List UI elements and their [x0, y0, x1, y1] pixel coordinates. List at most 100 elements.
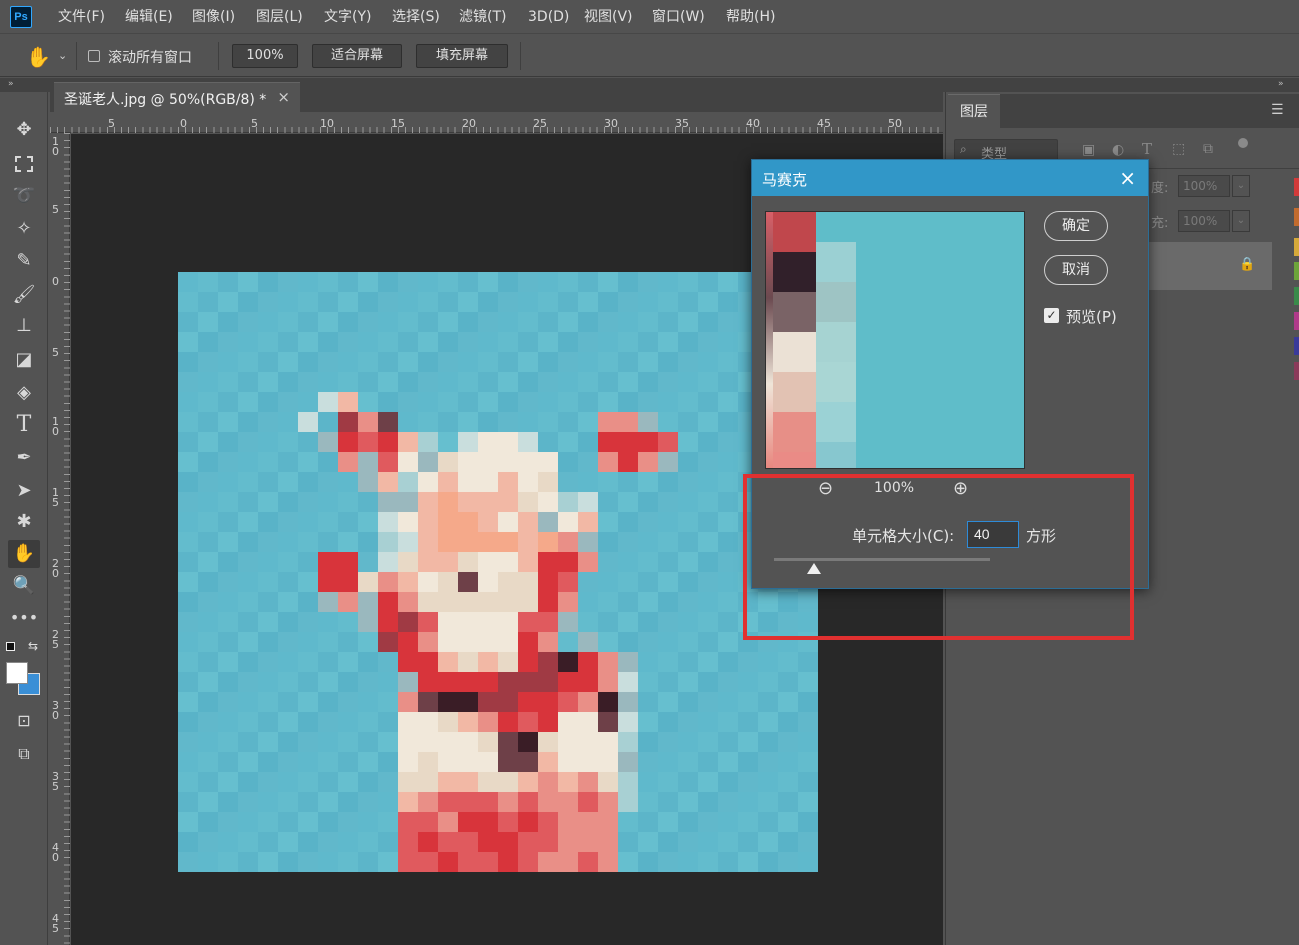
scroll-all-checkbox[interactable]	[88, 50, 100, 62]
panel-tab-bar	[1000, 94, 1299, 128]
filter-image-icon[interactable]: ▣	[1082, 142, 1095, 158]
menu-filter[interactable]: 滤镜(T)	[459, 7, 506, 27]
eyedropper-tool-icon[interactable]: ✎	[8, 247, 40, 275]
options-bar	[0, 35, 1299, 77]
pen-tool-icon[interactable]: ✒	[8, 444, 40, 472]
ruler-label: 3 5	[52, 770, 59, 793]
ruler-label: 3 0	[52, 699, 59, 722]
lasso-tool-icon[interactable]: ➰	[8, 182, 40, 210]
menu-edit[interactable]: 编辑(E)	[125, 7, 173, 27]
more-tools-icon[interactable]: •••	[8, 604, 40, 632]
menu-file[interactable]: 文件(F)	[58, 7, 105, 27]
foreground-color-swatch[interactable]	[6, 662, 28, 684]
dialog-title: 马赛克	[762, 171, 808, 189]
mosaic-image[interactable]	[178, 272, 818, 872]
menu-3d[interactable]: 3D(D)	[528, 7, 569, 27]
ruler-label: 1 0	[52, 415, 59, 438]
menu-select[interactable]: 选择(S)	[392, 7, 440, 27]
document-tab[interactable]: 圣诞老人.jpg @ 50%(RGB/8) * ×	[54, 82, 300, 112]
menu-type[interactable]: 文字(Y)	[324, 7, 371, 27]
menu-layer[interactable]: 图层(L)	[256, 7, 303, 27]
ruler-label: 0	[52, 275, 59, 288]
ruler-label: 5	[52, 346, 59, 359]
ruler-label: 5	[52, 203, 59, 216]
divider	[76, 42, 77, 70]
scroll-all-label: 滚动所有窗口	[108, 50, 192, 66]
search-icon: ⌕	[960, 142, 967, 156]
tab-layers[interactable]: 图层	[948, 94, 1000, 128]
ruler-label: 1 5	[52, 486, 59, 509]
custom-shape-tool-icon[interactable]: ✱	[8, 508, 40, 536]
filter-shape-icon[interactable]: ⬚	[1172, 141, 1185, 157]
swap-colors-icon[interactable]: ⇆	[28, 639, 38, 653]
default-colors-icon[interactable]	[6, 642, 15, 651]
divider	[218, 42, 219, 70]
type-tool-icon[interactable]: T	[8, 411, 40, 439]
ruler-label: 25	[533, 117, 547, 130]
ruler-label: 45	[817, 117, 831, 130]
opacity-field[interactable]: 100%	[1178, 175, 1230, 197]
panel-collapse-strip	[945, 78, 1299, 92]
eraser-tool-icon[interactable]: ◪	[8, 346, 40, 374]
chevron-down-icon[interactable]: ⌄	[58, 49, 67, 62]
move-tool-icon[interactable]: ✥	[8, 116, 40, 144]
color-swatch[interactable]	[1294, 208, 1299, 226]
close-icon[interactable]: ×	[277, 88, 290, 106]
photoshop-logo-icon: Ps	[10, 6, 32, 28]
menu-view[interactable]: 视图(V)	[584, 7, 633, 27]
ruler-label: 2 0	[52, 557, 59, 580]
zoom-tool-icon[interactable]: 🔍	[8, 572, 40, 600]
cancel-button[interactable]: 取消	[1044, 255, 1108, 285]
color-swatch[interactable]	[1294, 238, 1299, 256]
divider	[520, 42, 521, 70]
lock-icon: 🔒	[1239, 257, 1256, 272]
color-swatch[interactable]	[1294, 312, 1299, 330]
ruler-label: 4 0	[52, 841, 59, 864]
preview-label: 预览(P)	[1066, 308, 1117, 326]
paint-bucket-tool-icon[interactable]: ◈	[8, 379, 40, 407]
color-swatch[interactable]	[1294, 362, 1299, 380]
fit-screen-button[interactable]: 适合屏幕	[312, 44, 402, 68]
stamp-tool-icon[interactable]: ⊥	[8, 312, 40, 340]
hand-tool-icon[interactable]: ✋	[8, 540, 40, 568]
filter-adjustment-icon[interactable]: ◐	[1112, 142, 1124, 158]
layer-filter-select[interactable]: ⌕ 类型	[954, 139, 1058, 162]
chevron-down-icon[interactable]: ⌄	[1232, 175, 1250, 197]
close-icon[interactable]: ×	[1119, 166, 1136, 190]
magic-wand-tool-icon[interactable]: ✧	[8, 215, 40, 243]
preview-checkbox[interactable]: ✓	[1044, 308, 1059, 323]
color-swatch[interactable]	[1294, 262, 1299, 280]
hand-tool-icon[interactable]: ✋	[26, 45, 51, 69]
collapse-panels-icon[interactable]: »	[1278, 79, 1284, 89]
ok-button[interactable]: 确定	[1044, 211, 1108, 241]
color-swatch[interactable]	[1294, 178, 1299, 196]
fill-screen-button[interactable]: 填充屏幕	[416, 44, 508, 68]
panel-menu-icon[interactable]: ☰	[1271, 102, 1284, 118]
ruler-label: 35	[675, 117, 689, 130]
color-swatch[interactable]	[1294, 337, 1299, 355]
ruler-label: 0	[180, 117, 187, 130]
color-swatch[interactable]	[1294, 287, 1299, 305]
ruler-label: 1 0	[52, 135, 59, 158]
zoom-100-button[interactable]: 100%	[232, 44, 298, 68]
ruler-label: 40	[746, 117, 760, 130]
filter-toggle-icon[interactable]	[1238, 138, 1248, 148]
dialog-titlebar[interactable]: 马赛克 ×	[752, 160, 1148, 196]
path-selection-tool-icon[interactable]: ➤	[8, 477, 40, 505]
menu-image[interactable]: 图像(I)	[192, 7, 235, 27]
ruler-label: 5	[251, 117, 258, 130]
filter-preview[interactable]	[765, 211, 1025, 469]
screen-mode-icon[interactable]: ⧉	[8, 740, 40, 768]
marquee-tool-icon[interactable]	[8, 150, 40, 178]
fill-label: 充:	[1151, 216, 1169, 231]
expand-panels-icon[interactable]: »	[8, 79, 14, 89]
fill-field[interactable]: 100%	[1178, 210, 1230, 232]
quick-mask-icon[interactable]: ⊡	[8, 707, 40, 735]
filter-type-icon[interactable]: T	[1142, 140, 1152, 158]
menu-help[interactable]: 帮助(H)	[726, 7, 775, 27]
filter-smart-object-icon[interactable]: ⧉	[1203, 141, 1213, 157]
chevron-down-icon[interactable]: ⌄	[1232, 210, 1250, 232]
brush-tool-icon[interactable]: 🖌	[8, 281, 40, 309]
ruler-label: 15	[391, 117, 405, 130]
menu-window[interactable]: 窗口(W)	[652, 7, 705, 27]
